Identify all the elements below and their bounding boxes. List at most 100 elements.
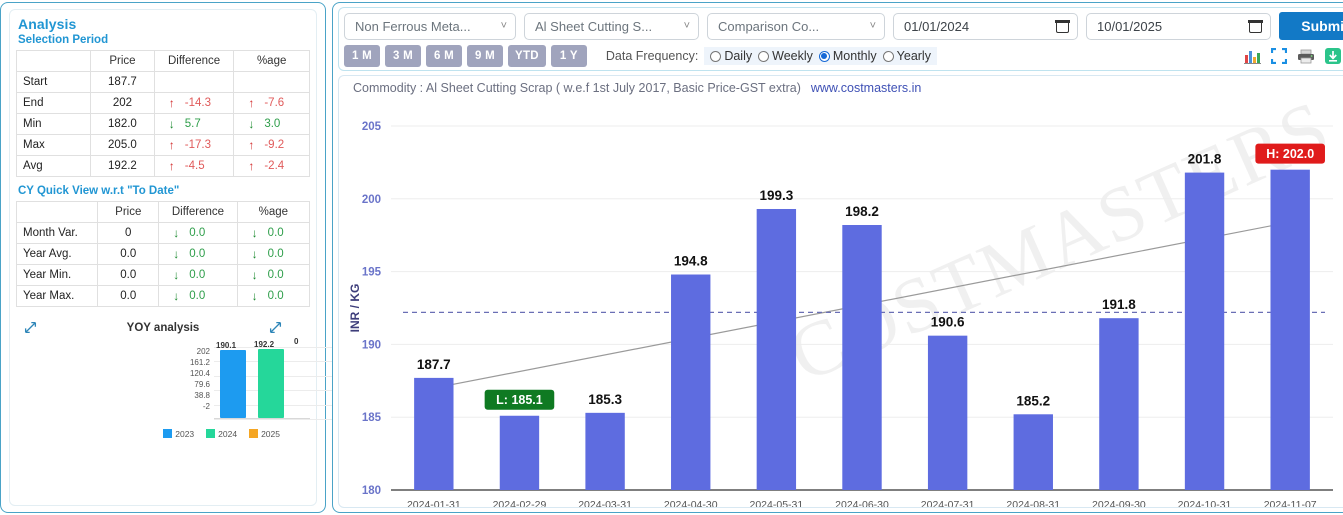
yoy-bar-label: 192.2 <box>254 340 275 350</box>
bar[interactable] <box>927 335 968 490</box>
commodity-group-select[interactable]: Non Ferrous Meta... ˅ <box>344 12 516 40</box>
table-row: Avg 192.2 ↑ -4.5 ↑ -2.4 <box>15 155 310 177</box>
range-button-3m[interactable]: 3 M <box>385 45 421 67</box>
row-difference: ↓ 0.0 <box>158 222 238 244</box>
yoy-legend-item[interactable]: 2023 <box>163 429 194 439</box>
bar[interactable] <box>756 208 797 490</box>
row-label: Max <box>15 134 92 156</box>
bar[interactable] <box>671 274 711 490</box>
bar-chart-icon[interactable] <box>1244 49 1261 64</box>
radio-icon[interactable] <box>818 50 830 62</box>
costmasters-link[interactable]: www.costmasters.in <box>811 81 921 95</box>
bar-value-label: H: 202.0 <box>1266 147 1314 161</box>
row-label: Min <box>15 113 92 135</box>
yoy-y-axis: 202 161.2 120.4 79.6 38.8 -2 <box>176 339 210 411</box>
x-axis-tick: 2024-09-30 <box>1092 499 1146 508</box>
bar[interactable] <box>1270 169 1310 490</box>
analysis-panel: Analysis Selection Period Price Differen… <box>0 2 344 513</box>
frequency-option-label: Daily <box>724 49 753 63</box>
range-button-1y[interactable]: 1 Y <box>550 45 587 67</box>
legend-swatch <box>249 429 259 438</box>
table-row: Start 187.7 <box>15 71 310 93</box>
row-pctage: ↑ -7.6 <box>233 92 310 114</box>
trend-value: -9.2 <box>264 139 285 151</box>
trend-value: 0.0 <box>267 248 284 260</box>
range-button-ytd[interactable]: YTD <box>508 45 546 67</box>
yoy-legend: 2023 2024 2025 <box>16 429 310 439</box>
y-axis-tick: 180 <box>362 485 381 497</box>
frequency-option-daily[interactable]: Daily <box>708 49 754 63</box>
calendar-icon[interactable] <box>1055 19 1070 33</box>
frequency-option-label: Weekly <box>772 49 813 63</box>
frequency-option-yearly[interactable]: Yearly <box>881 49 933 63</box>
range-and-frequency-row: 1 M3 M6 M9 M YTD 1 Y Data Frequency: Daily… <box>344 45 1343 67</box>
trend-arrow-icon: ↓ <box>251 247 258 261</box>
radio-icon[interactable] <box>882 50 894 62</box>
radio-icon[interactable] <box>710 50 722 62</box>
range-button-1m[interactable]: 1 M <box>344 45 380 67</box>
col-price: Price <box>97 201 160 223</box>
row-pctage: ↓ 0.0 <box>236 285 311 307</box>
commodity-select[interactable]: Al Sheet Cutting S... ˅ <box>524 12 699 40</box>
trend-arrow-icon: ↓ <box>251 226 258 240</box>
trend-value: 0.0 <box>267 269 284 281</box>
bar[interactable] <box>414 377 454 490</box>
bar[interactable] <box>1099 318 1139 490</box>
row-difference: ↓ 0.0 <box>158 285 238 307</box>
trend-arrow-icon: ↑ <box>168 159 175 173</box>
col-blank <box>15 50 92 72</box>
trend-arrow-icon: ↓ <box>173 247 180 261</box>
x-axis-tick: 2024-03-31 <box>578 499 632 508</box>
y-axis-tick: 195 <box>362 267 382 279</box>
frequency-option-monthly[interactable]: Monthly <box>817 49 879 63</box>
download-icon[interactable] <box>1325 48 1341 64</box>
bar-value-label: 190.6 <box>931 315 965 330</box>
yoy-analysis-widget: YOY analysis 202 161.2 120.4 79.6 38.8 -2 190… <box>16 319 344 449</box>
table-row: End 202 ↑ -14.3 ↑ -7.6 <box>15 92 310 114</box>
bar-value-label: 191.8 <box>1102 297 1136 312</box>
row-pctage <box>233 71 310 93</box>
x-axis-tick: 2024-01-31 <box>407 499 461 508</box>
frequency-option-label: Monthly <box>832 49 877 63</box>
row-label: Avg <box>15 155 92 177</box>
x-axis-tick: 2024-10-31 <box>1178 499 1232 508</box>
bar[interactable] <box>842 225 882 490</box>
expand-arrow-icon[interactable] <box>24 321 37 336</box>
bar[interactable] <box>1184 172 1225 490</box>
calendar-icon[interactable] <box>1248 19 1263 33</box>
yoy-header: YOY analysis <box>16 319 310 337</box>
range-button-group: 1 M3 M6 M9 M YTD 1 Y <box>344 45 592 67</box>
bar[interactable] <box>499 415 540 490</box>
frequency-option-weekly[interactable]: Weekly <box>756 49 815 63</box>
yoy-legend-item[interactable]: 2025 <box>249 429 280 439</box>
commodity-value: Al Sheet Cutting S... <box>535 18 653 34</box>
yoy-bar-label: 190.1 <box>216 341 237 351</box>
date-to-input[interactable]: 10/01/2025 <box>1086 12 1271 40</box>
row-pctage: ↑ -9.2 <box>233 134 310 156</box>
yoy-legend-item[interactable]: 2024 <box>206 429 237 439</box>
fullscreen-icon[interactable] <box>1270 47 1288 65</box>
x-axis-tick: 2024-04-30 <box>664 499 718 508</box>
radio-icon[interactable] <box>758 50 770 62</box>
col-pctage: %age <box>236 201 311 223</box>
range-button-9m[interactable]: 9 M <box>467 45 503 67</box>
expand-arrow-icon[interactable] <box>269 321 282 336</box>
yoy-bar[interactable] <box>220 350 246 418</box>
trend-arrow-icon: ↓ <box>251 268 258 282</box>
print-icon[interactable] <box>1297 49 1315 64</box>
bar[interactable] <box>585 412 625 490</box>
x-axis-tick: 2024-08-31 <box>1006 499 1060 508</box>
comparison-select[interactable]: Comparison Co... ˅ <box>707 12 885 40</box>
col-difference: Difference <box>153 50 235 72</box>
row-price: 0.0 <box>97 264 160 286</box>
submit-button[interactable]: Submit <box>1279 12 1343 40</box>
row-label: Year Avg. <box>15 243 99 265</box>
col-difference: Difference <box>158 201 238 223</box>
yoy-plot-area: 190.1 192.2 0 <box>214 337 344 420</box>
yoy-bar[interactable] <box>258 349 284 418</box>
date-from-input[interactable]: 01/01/2024 <box>893 12 1078 40</box>
bar[interactable] <box>1013 414 1053 490</box>
chart-plot-area: 180 185 190 195 200 205 INR / KG 187.7 2024-01-3… <box>339 100 1343 507</box>
trend-arrow-icon: ↑ <box>168 96 175 110</box>
range-button-6m[interactable]: 6 M <box>426 45 462 67</box>
